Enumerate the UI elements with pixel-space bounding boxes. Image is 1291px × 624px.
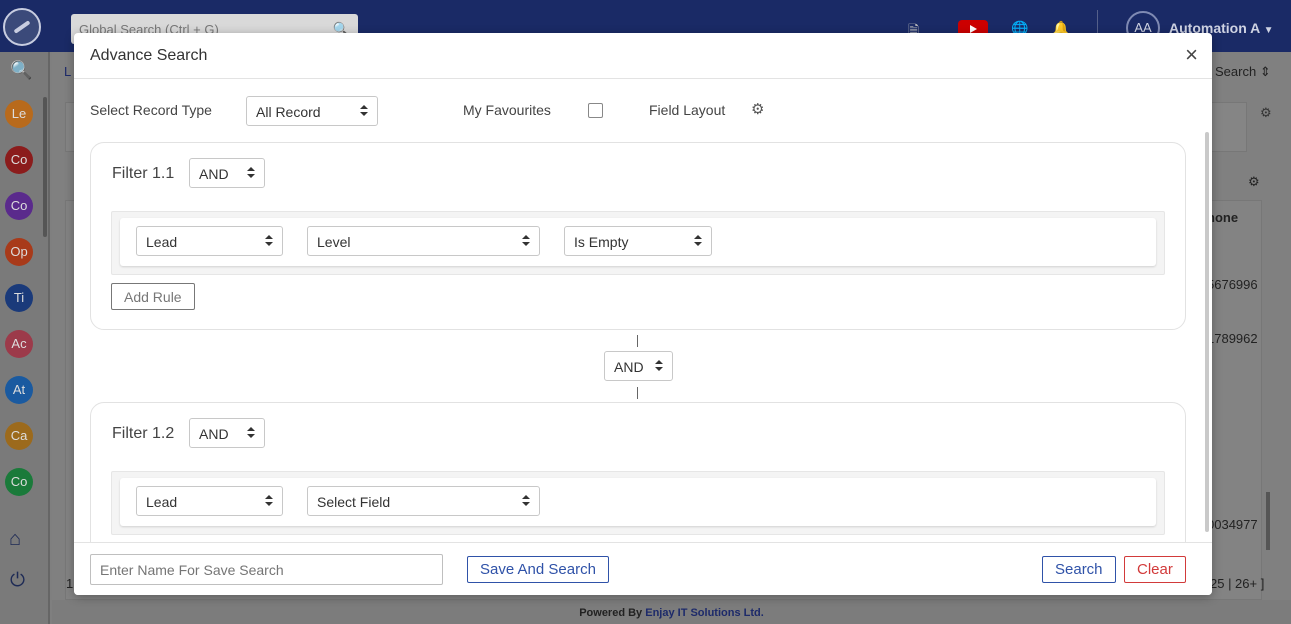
sidebar-search-icon[interactable]: 🔍	[10, 60, 32, 81]
sidebar-module-item[interactable]: Ac	[5, 330, 33, 358]
filter-operator-value: AND	[199, 426, 229, 442]
footer-prefix: Powered By	[579, 607, 643, 619]
modal-footer: Save And Search Search Clear	[74, 542, 1212, 595]
rule-condition-select[interactable]: Is Empty	[564, 226, 712, 256]
page-footer: Powered By Enjay IT Solutions Ltd.	[52, 600, 1291, 624]
search-dropdown[interactable]: Search ⇕	[1215, 64, 1271, 80]
sidebar-module-item[interactable]: Le	[5, 100, 33, 128]
rule-module-select[interactable]: Lead	[136, 486, 283, 516]
modal-body: Select Record Type All Record My Favouri…	[74, 80, 1212, 542]
filter-group-1-2: Filter 1.2 AND Lead Select Field	[90, 402, 1186, 542]
table-cell: 0034977	[1207, 517, 1258, 532]
record-type-value: All Record	[256, 104, 321, 120]
select-caret-icon	[247, 426, 255, 440]
rule-container: Lead Level Is Empty	[111, 211, 1165, 275]
add-rule-button[interactable]: Add Rule	[111, 283, 195, 310]
select-caret-icon	[522, 494, 530, 508]
rule-row: Lead Select Field	[120, 478, 1156, 526]
footer-brand-link[interactable]: Enjay IT Solutions Ltd.	[645, 607, 764, 619]
chevron-down-icon: ▼	[1263, 25, 1274, 36]
favourites-label: My Favourites	[463, 102, 551, 118]
clear-button[interactable]: Clear	[1124, 556, 1186, 583]
filter-operator-value: AND	[199, 166, 229, 182]
advance-search-modal: Advance Search × Select Record Type All …	[74, 33, 1212, 595]
filter-operator-select[interactable]: AND	[189, 158, 265, 188]
sidebar-module-item[interactable]: Co	[5, 146, 33, 174]
table-cell: 1789962	[1207, 331, 1258, 346]
rule-condition-value: Is Empty	[574, 234, 629, 250]
select-caret-icon	[694, 234, 702, 248]
rule-field-select[interactable]: Select Field	[307, 486, 540, 516]
rule-module-value: Lead	[146, 234, 178, 250]
rule-field-value: Select Field	[317, 494, 391, 510]
filter-group-1-1: Filter 1.1 AND Lead Level Is Empty Add R…	[90, 142, 1186, 330]
page-number: 1	[66, 576, 74, 591]
select-caret-icon	[247, 166, 255, 180]
save-search-name-input[interactable]	[90, 554, 443, 585]
modal-header: Advance Search ×	[74, 33, 1212, 79]
home-icon[interactable]: ⌂	[9, 528, 21, 551]
select-caret-icon	[265, 494, 273, 508]
gear-icon[interactable]: ⚙	[751, 100, 764, 118]
group-operator-select[interactable]: AND	[604, 351, 673, 381]
rule-field-select[interactable]: Level	[307, 226, 540, 256]
sidebar-module-item[interactable]: At	[5, 376, 33, 404]
modal-title: Advance Search	[90, 47, 208, 64]
select-caret-icon	[655, 359, 663, 373]
rule-module-select[interactable]: Lead	[136, 226, 283, 256]
connector-line	[637, 335, 638, 347]
table-scrollbar[interactable]	[1266, 492, 1270, 550]
sidebar-module-item[interactable]: Ca	[5, 422, 33, 450]
select-caret-icon	[522, 234, 530, 248]
sidebar-scrollbar[interactable]	[43, 97, 47, 237]
table-cell: 5676996	[1207, 277, 1258, 292]
group-operator-value: AND	[614, 359, 644, 375]
favourites-checkbox[interactable]	[588, 103, 603, 118]
breadcrumb[interactable]: L	[64, 64, 71, 79]
app-logo[interactable]	[3, 8, 41, 46]
select-caret-icon	[360, 104, 368, 118]
rule-row: Lead Level Is Empty	[120, 218, 1156, 266]
select-caret-icon	[265, 234, 273, 248]
close-icon[interactable]: ×	[1185, 44, 1198, 66]
sidebar-module-item[interactable]: Ti	[5, 284, 33, 312]
record-type-label: Select Record Type	[90, 102, 212, 118]
settings-icon[interactable]: ⚙	[1248, 174, 1260, 190]
connector-line	[637, 387, 638, 399]
field-layout-label: Field Layout	[649, 102, 726, 118]
filter-title: Filter 1.2	[112, 425, 175, 442]
rule-field-value: Level	[317, 234, 351, 250]
settings-icon[interactable]: ⚙	[1260, 105, 1272, 121]
record-type-select[interactable]: All Record	[246, 96, 378, 126]
filter-title: Filter 1.1	[112, 165, 175, 182]
rule-container: Lead Select Field	[111, 471, 1165, 535]
sidebar-module-item[interactable]: Co	[5, 192, 33, 220]
power-icon[interactable]: ⏻	[10, 570, 25, 592]
filter-operator-select[interactable]: AND	[189, 418, 265, 448]
rule-module-value: Lead	[146, 494, 178, 510]
sidebar-module-item[interactable]: Op	[5, 238, 33, 266]
save-and-search-button[interactable]: Save And Search	[467, 556, 609, 583]
pagination[interactable]: 25 | 26+ ]	[1210, 576, 1264, 591]
modal-scrollbar[interactable]	[1205, 132, 1209, 532]
search-button[interactable]: Search	[1042, 556, 1116, 583]
sidebar: 🔍 Le Co Co Op Ti Ac At Ca Co ⌂ ⏻	[0, 52, 50, 624]
sidebar-module-item[interactable]: Co	[5, 468, 33, 496]
search-dropdown-label: Search	[1215, 64, 1257, 79]
